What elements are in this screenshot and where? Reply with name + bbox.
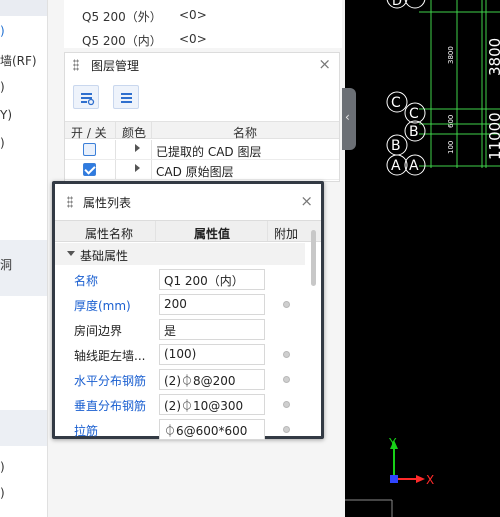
column-header-extra: 附加 xyxy=(274,227,299,241)
layer-name: CAD 原始图层 xyxy=(156,165,234,179)
dimension-text: 3800 xyxy=(486,38,500,76)
column-header-color: 颜色 xyxy=(122,126,147,140)
left-tree-item[interactable]: ) xyxy=(0,80,5,94)
left-tree-item[interactable]: ) xyxy=(0,24,5,38)
property-name: 水平分布钢筋 xyxy=(74,374,147,388)
dimension-text: 600 xyxy=(447,115,455,128)
property-row: 拉筋 ⏀6@600*600 xyxy=(55,417,305,442)
layer-stack-icon xyxy=(121,93,132,103)
wall-list-item-name[interactable]: Q5 200（内） xyxy=(82,32,162,49)
left-tree-item[interactable]: 墙(RF) xyxy=(0,52,37,69)
left-tree-item[interactable]: 洞 xyxy=(0,256,12,273)
cad-drawing-canvas[interactable]: D C C B B A A 3800 600 100 3800 11000 Y … xyxy=(345,0,500,517)
property-value-field[interactable]: 200 xyxy=(159,294,265,315)
expand-arrow-icon[interactable] xyxy=(135,144,140,152)
drag-grip-icon[interactable] xyxy=(67,196,73,208)
axis-label: A xyxy=(409,158,419,174)
wall-list-item-count: <0> xyxy=(179,32,207,46)
property-row: 名称 Q1 200（内） xyxy=(55,267,305,292)
left-component-tree: ) 墙(RF) ) Y) ) 洞 ) ) xyxy=(0,0,48,517)
property-row: 房间边界 是 xyxy=(55,317,305,342)
extra-attribute-checkbox[interactable] xyxy=(283,426,290,433)
drag-grip-icon[interactable] xyxy=(73,59,79,71)
left-tree-band xyxy=(0,410,47,446)
property-panel-close-button[interactable]: × xyxy=(300,192,313,210)
layer-settings-button[interactable] xyxy=(113,85,139,109)
column-header-name: 名称 xyxy=(233,126,258,140)
layer-visibility-checkbox[interactable] xyxy=(83,143,96,156)
property-value-field[interactable]: 是 xyxy=(159,319,265,340)
property-row: 水平分布钢筋 (2)⏀8@200 xyxy=(55,367,305,392)
left-tree-item[interactable]: Y) xyxy=(0,108,12,122)
layer-table-header: 开 / 关 颜色 名称 xyxy=(65,121,339,140)
axis-label: D xyxy=(392,0,402,9)
collapse-arrow-icon[interactable] xyxy=(67,251,75,256)
property-row: 轴线距左墙... (100) xyxy=(55,342,305,367)
property-list-panel: 属性列表 × 属性名称 属性值 附加 基础属性 名称 Q1 200（内） 厚度(… xyxy=(52,181,324,442)
extra-attribute-checkbox[interactable] xyxy=(283,351,290,358)
property-scrollbar[interactable] xyxy=(311,230,316,286)
extract-layer-button[interactable] xyxy=(73,85,99,109)
dimension-text: 3800 xyxy=(447,46,455,64)
property-value-field[interactable]: (2)⏀10@300 xyxy=(159,394,265,415)
left-tree-selected-row[interactable] xyxy=(0,0,47,16)
left-tree-item[interactable]: ) xyxy=(0,460,5,474)
chevron-left-icon: ‹ xyxy=(345,110,350,124)
property-group-basic[interactable]: 基础属性 xyxy=(55,243,305,265)
property-value-field[interactable]: (100) xyxy=(159,344,265,365)
ucs-y-label: Y xyxy=(388,436,397,450)
dimension-text: 100 xyxy=(447,141,455,154)
expand-arrow-icon[interactable] xyxy=(135,164,140,172)
property-name: 垂直分布钢筋 xyxy=(74,399,147,413)
property-group-label: 基础属性 xyxy=(80,249,129,263)
ucs-x-label: X xyxy=(426,473,434,487)
property-name: 房间边界 xyxy=(74,324,123,338)
panel-collapse-tab[interactable]: ‹ xyxy=(342,88,356,150)
property-row: 厚度(mm) 200 xyxy=(55,292,305,317)
property-row: 垂直分布钢筋 (2)⏀10@300 xyxy=(55,392,305,417)
left-tree-item[interactable]: ) xyxy=(0,486,5,500)
column-header-toggle: 开 / 关 xyxy=(71,126,107,140)
property-value-field[interactable]: ⏀6@600*600 xyxy=(159,419,265,440)
property-name: 名称 xyxy=(74,274,99,288)
property-name: 轴线距左墙... xyxy=(74,349,146,363)
column-header-property-name: 属性名称 xyxy=(85,227,134,241)
dimension-text: 11000 xyxy=(486,112,500,160)
layer-row[interactable]: 已提取的 CAD 图层 xyxy=(65,140,339,160)
layer-row[interactable]: CAD 原始图层 xyxy=(65,160,339,180)
property-name: 拉筋 xyxy=(74,424,99,438)
axis-label: B xyxy=(391,138,401,154)
column-header-property-value: 属性值 xyxy=(194,227,231,241)
axis-label: B xyxy=(409,124,419,140)
layer-visibility-checkbox[interactable] xyxy=(83,163,96,176)
axis-label: C xyxy=(391,95,401,111)
left-tree-item[interactable]: ) xyxy=(0,136,5,150)
extra-attribute-checkbox[interactable] xyxy=(283,301,290,308)
property-value-field[interactable]: (2)⏀8@200 xyxy=(159,369,265,390)
layer-extract-icon xyxy=(81,93,95,106)
property-name: 厚度(mm) xyxy=(74,299,131,313)
wall-list-item-name[interactable]: Q5 200（外） xyxy=(82,8,162,25)
cad-drawing: D C C B B A A 3800 600 100 3800 11000 Y … xyxy=(345,0,500,517)
property-panel-title: 属性列表 xyxy=(83,196,132,210)
wall-list-item-count: <0> xyxy=(179,8,207,22)
layer-panel-close-button[interactable]: × xyxy=(318,55,331,73)
property-value-field[interactable]: Q1 200（内） xyxy=(159,269,265,290)
property-table-header: 属性名称 属性值 附加 xyxy=(55,220,321,242)
extra-attribute-checkbox[interactable] xyxy=(283,376,290,383)
wall-list: Q5 200（外） <0> Q5 200（内） <0> xyxy=(64,0,342,48)
extra-attribute-checkbox[interactable] xyxy=(283,401,290,408)
layer-management-panel: 图层管理 × 开 / 关 颜色 名称 已提取的 CAD 图层 CAD 原始图层 xyxy=(64,52,340,182)
axis-label: A xyxy=(391,158,401,174)
layer-panel-title: 图层管理 xyxy=(91,59,140,73)
axis-label: C xyxy=(409,106,419,122)
layer-name: 已提取的 CAD 图层 xyxy=(156,145,262,159)
